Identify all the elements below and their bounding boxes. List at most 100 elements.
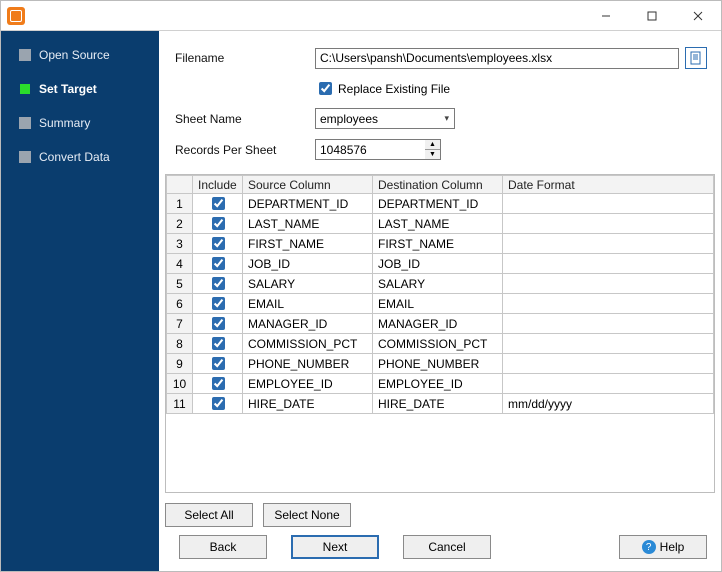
table-row[interactable]: 1DEPARTMENT_IDDEPARTMENT_ID	[167, 194, 714, 214]
date-format-cell[interactable]	[503, 254, 714, 274]
destination-column-cell[interactable]: EMAIL	[373, 294, 503, 314]
include-cell[interactable]	[193, 394, 243, 414]
include-cell[interactable]	[193, 294, 243, 314]
include-cell[interactable]	[193, 354, 243, 374]
include-checkbox[interactable]	[212, 317, 225, 330]
sidebar-item-open-source[interactable]: Open Source	[1, 41, 159, 69]
include-cell[interactable]	[193, 254, 243, 274]
source-column-cell[interactable]: HIRE_DATE	[243, 394, 373, 414]
table-row[interactable]: 4JOB_IDJOB_ID	[167, 254, 714, 274]
spinner-up-icon[interactable]: ▲	[425, 140, 440, 150]
include-checkbox[interactable]	[212, 257, 225, 270]
include-cell[interactable]	[193, 194, 243, 214]
include-checkbox[interactable]	[212, 277, 225, 290]
back-button[interactable]: Back	[179, 535, 267, 559]
destination-column-cell[interactable]: EMPLOYEE_ID	[373, 374, 503, 394]
sidebar-item-convert-data[interactable]: Convert Data	[1, 143, 159, 171]
source-column-cell[interactable]: COMMISSION_PCT	[243, 334, 373, 354]
date-format-cell[interactable]	[503, 274, 714, 294]
minimize-button[interactable]	[583, 1, 629, 31]
replace-existing-label: Replace Existing File	[338, 82, 450, 96]
source-column-cell[interactable]: SALARY	[243, 274, 373, 294]
destination-column-cell[interactable]: DEPARTMENT_ID	[373, 194, 503, 214]
date-format-cell[interactable]	[503, 374, 714, 394]
row-number: 7	[167, 314, 193, 334]
date-format-cell[interactable]	[503, 234, 714, 254]
include-checkbox[interactable]	[212, 197, 225, 210]
source-column-cell[interactable]: EMAIL	[243, 294, 373, 314]
table-row[interactable]: 3 FIRST_NAMEFIRST_NAME	[167, 234, 714, 254]
filename-input[interactable]	[315, 48, 679, 69]
browse-file-button[interactable]	[685, 47, 707, 69]
help-button[interactable]: ? Help	[619, 535, 707, 559]
date-format-cell[interactable]	[503, 194, 714, 214]
table-row[interactable]: 9PHONE_NUMBERPHONE_NUMBER	[167, 354, 714, 374]
destination-column-cell[interactable]: PHONE_NUMBER	[373, 354, 503, 374]
sidebar-item-summary[interactable]: Summary	[1, 109, 159, 137]
include-checkbox[interactable]	[212, 357, 225, 370]
date-format-cell[interactable]: mm/dd/yyyy	[503, 394, 714, 414]
include-cell[interactable]	[193, 214, 243, 234]
date-format-cell[interactable]	[503, 294, 714, 314]
source-column-cell[interactable]: LAST_NAME	[243, 214, 373, 234]
table-row[interactable]: 2LAST_NAMELAST_NAME	[167, 214, 714, 234]
sheet-name-value: employees	[320, 112, 378, 126]
include-checkbox[interactable]	[212, 237, 225, 250]
source-column-cell[interactable]: JOB_ID	[243, 254, 373, 274]
include-cell[interactable]	[193, 274, 243, 294]
replace-existing-checkbox[interactable]: Replace Existing File	[315, 79, 450, 98]
cancel-button[interactable]: Cancel	[403, 535, 491, 559]
destination-column-cell[interactable]: FIRST_NAME	[373, 234, 503, 254]
include-cell[interactable]	[193, 374, 243, 394]
select-all-button[interactable]: Select All	[165, 503, 253, 527]
include-checkbox[interactable]	[212, 297, 225, 310]
table-row[interactable]: 5SALARYSALARY	[167, 274, 714, 294]
include-cell[interactable]	[193, 334, 243, 354]
include-cell[interactable]	[193, 234, 243, 254]
sheet-name-dropdown[interactable]: employees ▾	[315, 108, 455, 129]
include-checkbox[interactable]	[212, 397, 225, 410]
destination-column-cell[interactable]: MANAGER_ID	[373, 314, 503, 334]
destination-column-cell[interactable]: LAST_NAME	[373, 214, 503, 234]
chevron-down-icon: ▾	[444, 113, 452, 124]
records-per-sheet-input[interactable]	[315, 139, 425, 160]
destination-column-cell[interactable]: HIRE_DATE	[373, 394, 503, 414]
include-checkbox[interactable]	[212, 337, 225, 350]
date-format-cell[interactable]	[503, 334, 714, 354]
spinner-down-icon[interactable]: ▼	[425, 150, 440, 159]
source-column-cell[interactable]: EMPLOYEE_ID	[243, 374, 373, 394]
date-format-cell[interactable]	[503, 314, 714, 334]
col-include[interactable]: Include	[193, 176, 243, 194]
include-checkbox[interactable]	[212, 377, 225, 390]
select-none-button[interactable]: Select None	[263, 503, 351, 527]
next-button[interactable]: Next	[291, 535, 379, 559]
date-format-cell[interactable]	[503, 214, 714, 234]
table-row[interactable]: 8COMMISSION_PCTCOMMISSION_PCT	[167, 334, 714, 354]
col-dest[interactable]: Destination Column	[373, 176, 503, 194]
destination-column-cell[interactable]: JOB_ID	[373, 254, 503, 274]
table-row[interactable]: 6EMAILEMAIL	[167, 294, 714, 314]
col-date-format[interactable]: Date Format	[503, 176, 714, 194]
row-number: 3	[167, 234, 193, 254]
destination-column-cell[interactable]: COMMISSION_PCT	[373, 334, 503, 354]
close-button[interactable]	[675, 1, 721, 31]
date-format-cell[interactable]	[503, 354, 714, 374]
maximize-button[interactable]	[629, 1, 675, 31]
source-column-cell[interactable]: FIRST_NAME	[243, 234, 373, 254]
table-row[interactable]: 10EMPLOYEE_IDEMPLOYEE_ID	[167, 374, 714, 394]
source-column-cell[interactable]: PHONE_NUMBER	[243, 354, 373, 374]
col-source[interactable]: Source Column	[243, 176, 373, 194]
replace-existing-check-input[interactable]	[319, 82, 332, 95]
sidebar-item-set-target[interactable]: Set Target	[1, 75, 159, 103]
include-cell[interactable]	[193, 314, 243, 334]
records-per-sheet-spinner[interactable]: ▲ ▼	[425, 139, 441, 160]
table-row[interactable]: 7 MANAGER_IDMANAGER_ID	[167, 314, 714, 334]
source-column-cell[interactable]: MANAGER_ID	[243, 314, 373, 334]
column-mapping-grid[interactable]: Include Source Column Destination Column…	[165, 174, 715, 493]
source-column-cell[interactable]: DEPARTMENT_ID	[243, 194, 373, 214]
include-checkbox[interactable]	[212, 217, 225, 230]
document-icon	[689, 51, 703, 65]
table-row[interactable]: 11HIRE_DATEHIRE_DATEmm/dd/yyyy	[167, 394, 714, 414]
destination-column-cell[interactable]: SALARY	[373, 274, 503, 294]
wizard-window: Open Source Set Target Summary Convert D…	[0, 0, 722, 572]
